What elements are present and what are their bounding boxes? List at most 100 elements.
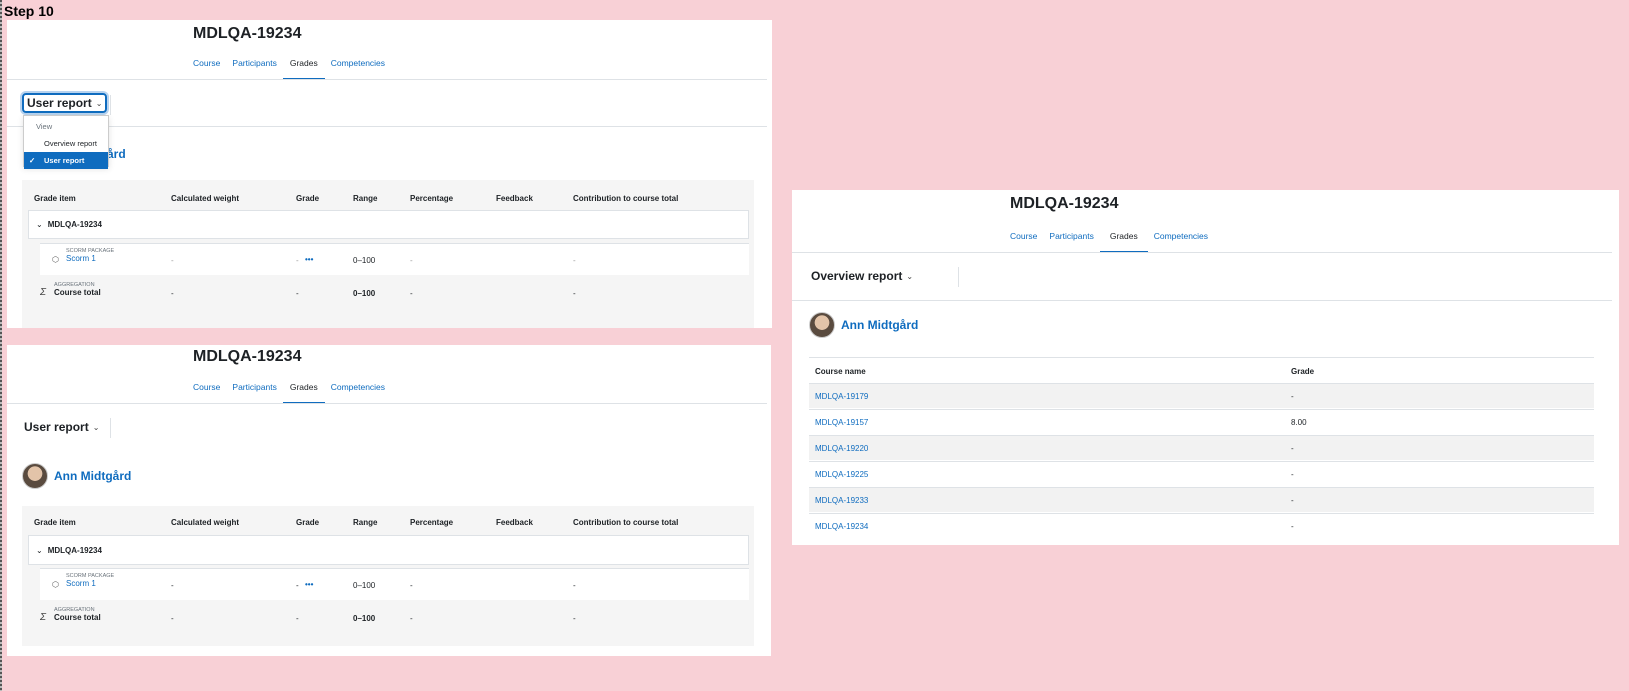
- toolbar-separator: [110, 418, 111, 438]
- col-grade-item: Grade item: [34, 194, 76, 203]
- tab-competencies[interactable]: Competencies: [325, 53, 391, 80]
- dropdown-heading: View: [36, 122, 53, 131]
- actions-menu-icon[interactable]: •••: [305, 255, 313, 264]
- cell-percentage: -: [410, 581, 413, 590]
- col-feedback: Feedback: [496, 518, 533, 527]
- dropdown-item-label: User report: [44, 156, 85, 165]
- tab-course[interactable]: Course: [187, 53, 226, 80]
- course-link[interactable]: MDLQA-19233: [815, 496, 868, 505]
- course-tabs: Course Participants Grades Competencies: [187, 53, 391, 80]
- course-link[interactable]: MDLQA-19225: [815, 470, 868, 479]
- step-label: Step 10: [4, 3, 54, 19]
- category-name: MDLQA-19234: [47, 220, 102, 229]
- col-grade: Grade: [296, 194, 320, 203]
- chevron-down-icon[interactable]: ⌄: [36, 220, 43, 229]
- course-title: MDLQA-19234: [1010, 195, 1119, 212]
- report-selector-label: User report: [24, 420, 89, 434]
- col-contribution: Contribution to course total: [573, 194, 679, 203]
- course-link[interactable]: MDLQA-19234: [815, 522, 868, 531]
- cell-percentage: -: [410, 256, 413, 265]
- user-name-link[interactable]: Ann Midtgård: [841, 318, 918, 332]
- course-link[interactable]: MDLQA-19220: [815, 444, 868, 453]
- chevron-down-icon: ⌄: [95, 98, 103, 108]
- tab-course[interactable]: Course: [1004, 226, 1043, 253]
- user-name-partial[interactable]: ård: [107, 147, 126, 161]
- check-icon: ✓: [29, 156, 36, 165]
- course-grade: -: [1291, 392, 1294, 401]
- tab-participants[interactable]: Participants: [1043, 226, 1099, 253]
- cell-grade: -: [296, 289, 299, 298]
- table-row: Σ AGGREGATION Course total - - 0–100 - -: [28, 279, 749, 311]
- user-heading: Ann Midtgård: [22, 463, 131, 489]
- course-title: MDLQA-19234: [193, 25, 302, 42]
- tab-competencies[interactable]: Competencies: [1148, 226, 1214, 253]
- cell-weight: -: [171, 256, 174, 265]
- report-selector[interactable]: User report ⌄: [22, 418, 101, 436]
- toolbar-separator: [958, 267, 959, 287]
- dropdown-item-user-report[interactable]: ✓ User report: [24, 152, 108, 169]
- tab-participants[interactable]: Participants: [226, 377, 282, 404]
- item-link-scorm[interactable]: Scorm 1: [66, 254, 114, 263]
- table-row: MDLQA-19225 -: [809, 461, 1594, 486]
- chevron-down-icon: ⌄: [92, 422, 100, 432]
- tab-grades[interactable]: Grades: [282, 53, 325, 80]
- chevron-down-icon[interactable]: ⌄: [36, 546, 43, 555]
- table-row: MDLQA-19179 -: [809, 383, 1594, 408]
- col-grade: Grade: [296, 518, 320, 527]
- cell-range: 0–100: [353, 614, 376, 623]
- tab-participants[interactable]: Participants: [226, 53, 282, 80]
- tab-course[interactable]: Course: [187, 377, 226, 404]
- tab-grades[interactable]: Grades: [1099, 226, 1148, 253]
- user-name-link[interactable]: Ann Midtgård: [54, 469, 131, 483]
- package-icon: ⬡: [52, 255, 59, 264]
- col-percentage: Percentage: [410, 518, 454, 527]
- col-calculated-weight: Calculated weight: [171, 518, 240, 527]
- panel-user-report-dropdown: MDLQA-19234 Course Participants Grades C…: [7, 20, 772, 328]
- item-link-scorm[interactable]: Scorm 1: [66, 579, 114, 588]
- course-link[interactable]: MDLQA-19179: [815, 392, 868, 401]
- course-grade: -: [1291, 444, 1294, 453]
- table-row: MDLQA-19234 -: [809, 513, 1594, 538]
- col-range: Range: [353, 194, 378, 203]
- report-selector-label: Overview report: [811, 269, 903, 283]
- category-row[interactable]: ⌄ MDLQA-19234: [28, 210, 749, 239]
- cell-percentage: -: [410, 289, 413, 298]
- cell-range: 0–100: [353, 256, 376, 265]
- cell-range: 0–100: [353, 289, 376, 298]
- report-selector-label: User report: [27, 96, 92, 110]
- course-tabs: Course Participants Grades Competencies: [187, 377, 391, 404]
- category-row[interactable]: ⌄ MDLQA-19234: [28, 535, 749, 565]
- col-calculated-weight: Calculated weight: [171, 194, 240, 203]
- tab-grades[interactable]: Grades: [282, 377, 325, 404]
- course-grade: 8.00: [1291, 418, 1307, 427]
- tab-competencies[interactable]: Competencies: [325, 377, 391, 404]
- item-course-total: Course total: [54, 288, 101, 297]
- course-grade: -: [1291, 470, 1294, 479]
- cell-grade: -: [296, 581, 299, 590]
- cell-percentage: -: [410, 614, 413, 623]
- col-range: Range: [353, 518, 378, 527]
- toolbar-divider: [792, 300, 1612, 301]
- dropdown-item-overview-report[interactable]: Overview report: [24, 135, 108, 152]
- overview-table: Course name Grade MDLQA-19179 - MDLQA-19…: [809, 357, 1594, 537]
- table-row: ⬡ SCORM PACKAGE Scorm 1 - - ••• 0–100 - …: [40, 568, 749, 600]
- table-row: Σ AGGREGATION Course total - - 0–100 - -: [28, 604, 749, 636]
- course-link[interactable]: MDLQA-19157: [815, 418, 868, 427]
- tabs-divider: [792, 252, 1612, 253]
- table-top-rule: [809, 357, 1594, 358]
- sigma-icon: Σ: [40, 612, 46, 623]
- report-selector[interactable]: Overview report ⌄: [809, 267, 915, 285]
- panel-user-report: MDLQA-19234 Course Participants Grades C…: [7, 345, 771, 656]
- avatar: [22, 463, 48, 489]
- report-selector[interactable]: User report ⌄: [22, 93, 108, 113]
- grade-table: Grade item Calculated weight Grade Range…: [22, 506, 754, 646]
- cell-contribution: -: [573, 256, 576, 265]
- cell-weight: -: [171, 614, 174, 623]
- user-heading: Ann Midtgård: [809, 312, 918, 338]
- col-course-name: Course name: [815, 367, 866, 376]
- package-icon: ⬡: [52, 580, 59, 589]
- actions-menu-icon[interactable]: •••: [305, 580, 313, 589]
- panel-overview-report: MDLQA-19234 Course Participants Grades C…: [792, 190, 1619, 545]
- tabs-divider: [7, 403, 767, 404]
- cell-weight: -: [171, 581, 174, 590]
